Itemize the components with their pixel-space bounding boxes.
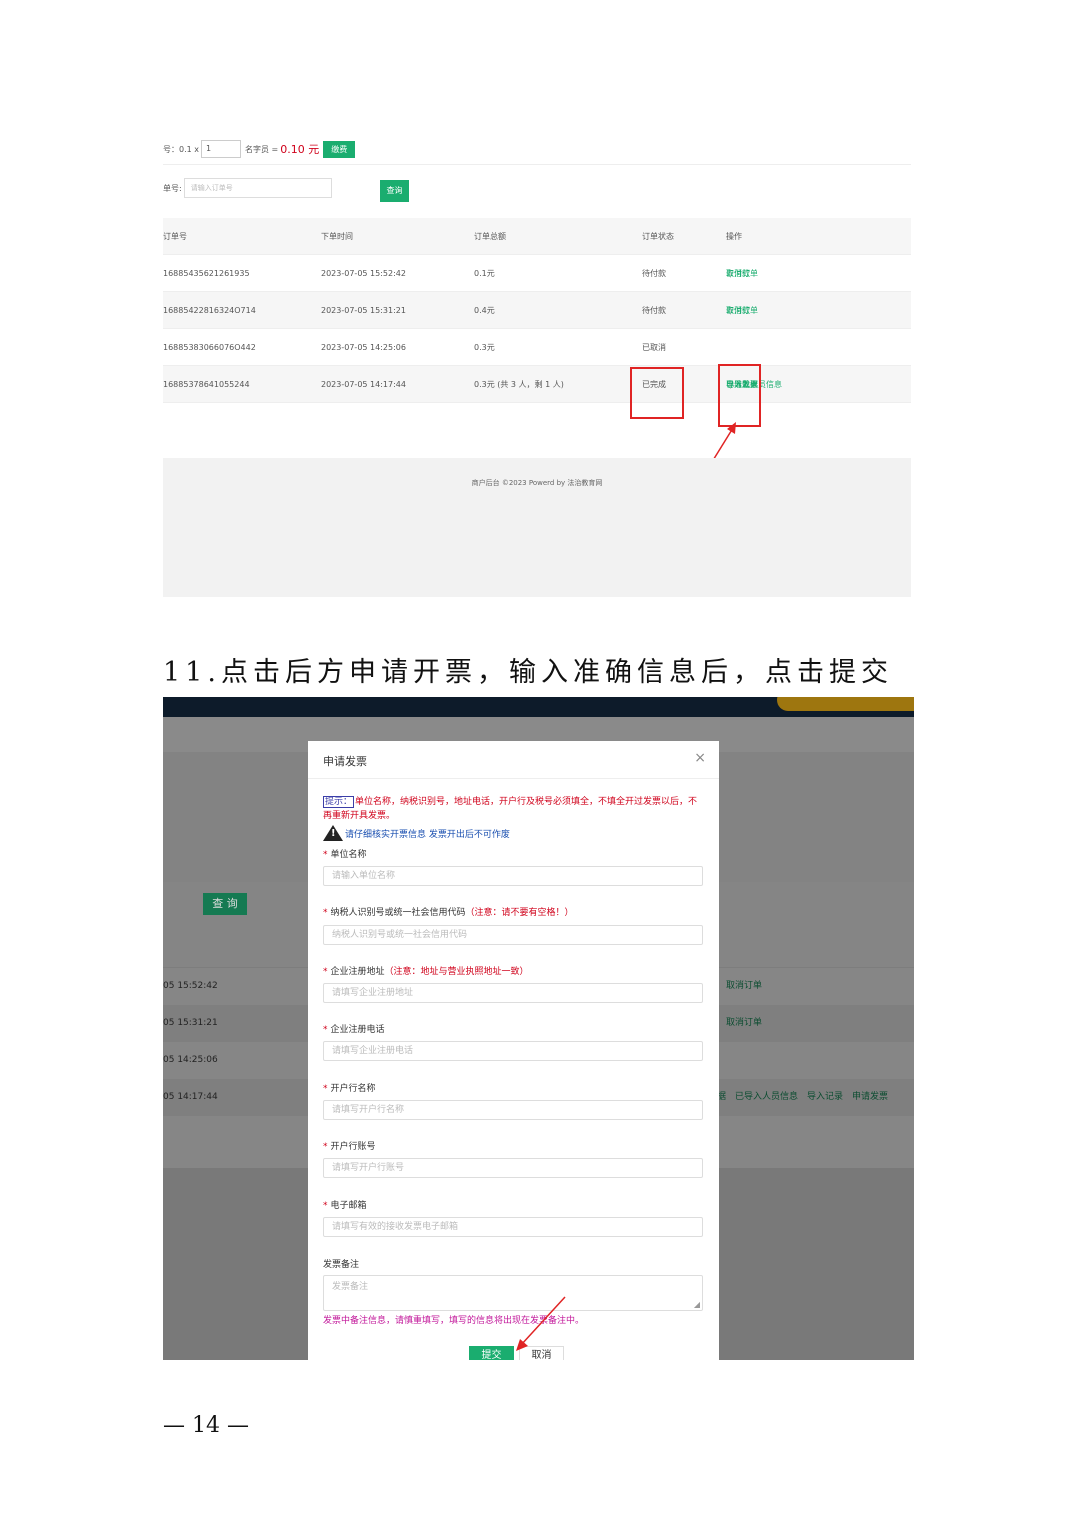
order-time: 2023-07-05 14:25:06 <box>321 343 406 352</box>
tip-text: 提示： 单位名称，纳税识别号，地址电话，开户行及税号必须填全，不填全开过发票以后，… <box>323 795 703 823</box>
qty-input[interactable]: 1 <box>201 140 241 158</box>
query-button[interactable]: 查询 <box>380 180 409 202</box>
tax-id-input[interactable]: 纳税人识别号或统一社会信用代码 <box>323 925 703 945</box>
col-order-time: 下单时间 <box>321 232 353 241</box>
page-number: — 14 — <box>163 1413 249 1438</box>
remark-placeholder: 发票备注 <box>332 1282 369 1292</box>
col-amount: 订单总额 <box>474 232 506 241</box>
table-header: 订单号 下单时间 订单总额 订单状态 操作 <box>163 218 911 255</box>
price-label: 名字员 = <box>245 144 279 154</box>
user-badge <box>777 697 914 711</box>
company-name-input[interactable]: 请输入单位名称 <box>323 866 703 886</box>
warning-icon <box>323 825 343 841</box>
col-status: 订单状态 <box>642 232 674 241</box>
table-row: 16885435621261935 2023-07-05 15:52:42 0.… <box>163 255 911 292</box>
address-label: * 企业注册地址（注意：地址与营业执照地址一致） <box>323 967 529 977</box>
order-time: 2023-07-05 14:17:44 <box>321 380 406 389</box>
purchase-row: 号：0.1 x 1 名字员 = 0.10 元 缴费 <box>163 138 356 160</box>
warning-text: 请仔细核实开票信息 发票开出后不可作废 <box>345 829 510 840</box>
bg-actions: 取消订单 <box>726 981 763 991</box>
order-amount: 0.4元 <box>474 306 495 315</box>
page-footer: 商户后台 ©2023 Powerd by 法治教育网 <box>163 458 911 597</box>
close-icon[interactable]: × <box>694 750 706 766</box>
import-highlight-box <box>718 364 761 427</box>
cancel-order-link[interactable]: 取消订单 <box>726 255 758 292</box>
order-amount: 0.3元 (共 3 人，剩 1 人) <box>474 380 564 389</box>
dialog-header: 申请发票 × <box>308 741 719 779</box>
bg-time: 05 15:31:21 <box>163 1018 218 1028</box>
order-time: 2023-07-05 15:52:42 <box>321 269 406 278</box>
status-highlight-box <box>630 367 684 419</box>
bg-actions: 效据 已导入人员信息 导入记录 申请发票 <box>708 1092 889 1102</box>
order-amount: 0.3元 <box>474 343 495 352</box>
bg-time: 05 15:52:42 <box>163 981 218 991</box>
address-input[interactable]: 请填写企业注册地址 <box>323 983 703 1003</box>
step-caption: 11.点击后方申请开票，输入准确信息后，点击提交 <box>163 657 893 688</box>
order-status: 待付款 <box>642 269 666 278</box>
order-id: 16885435621261935 <box>163 269 250 278</box>
bank-name-input[interactable]: 请填写开户行名称 <box>323 1100 703 1120</box>
bg-time: 05 14:25:06 <box>163 1055 218 1065</box>
screenshot-invoice-dialog: 查 询 05 15:52:42 〈 取消订单 05 15:31:21 〈 取消订… <box>163 697 914 1360</box>
remark-label: 发票备注 <box>323 1260 360 1270</box>
search-row: 单号: 请输入订单号 <box>163 178 332 198</box>
company-name-label: * 单位名称 <box>323 850 367 860</box>
cancel-order-link[interactable]: 取消订单 <box>726 292 758 329</box>
col-actions: 操作 <box>726 232 742 241</box>
order-id: 16885422816324O714 <box>163 306 256 315</box>
table-row: 16885378641055244 2023-07-05 14:17:44 0.… <box>163 366 911 403</box>
screenshot-orders-page: 号：0.1 x 1 名字员 = 0.10 元 缴费 单号: 请输入订单号 查询 … <box>163 130 911 597</box>
resize-grip-icon[interactable]: ◢ <box>694 1300 700 1309</box>
order-id: 16885378641055244 <box>163 380 250 389</box>
phone-label: * 企业注册电话 <box>323 1025 385 1035</box>
order-id: 16885383066076O442 <box>163 343 256 352</box>
bg-actions: 取消订单 <box>726 1018 763 1028</box>
orders-table: 订单号 下单时间 订单总额 订单状态 操作 16885435621261935 … <box>163 218 911 403</box>
pay-button[interactable]: 缴费 <box>323 140 356 158</box>
table-row: 16885383066076O442 2023-07-05 14:25:06 0… <box>163 329 911 366</box>
order-search-label: 单号: <box>163 183 182 193</box>
order-status: 待付款 <box>642 306 666 315</box>
bank-account-input[interactable]: 请填写开户行账号 <box>323 1158 703 1178</box>
tip-body: 单位名称，纳税识别号，地址电话，开户行及税号必须填全，不填全开过发票以后，不再重… <box>323 797 698 821</box>
footer-text: 商户后台 ©2023 Powerd by 法治教育网 <box>471 479 603 487</box>
col-order-id: 订单号 <box>163 232 187 241</box>
table-row: 16885422816324O714 2023-07-05 15:31:21 0… <box>163 292 911 329</box>
email-label: * 电子邮箱 <box>323 1201 367 1211</box>
bank-name-label: * 开户行名称 <box>323 1084 376 1094</box>
order-status: 已取消 <box>642 343 666 352</box>
phone-input[interactable]: 请填写企业注册电话 <box>323 1041 703 1061</box>
bg-query-button: 查 询 <box>203 893 247 915</box>
warning-line: 请仔细核实开票信息 发票开出后不可作废 <box>323 825 510 841</box>
tip-tag: 提示： <box>323 796 355 808</box>
order-search-input[interactable]: 请输入订单号 <box>183 178 332 198</box>
bank-account-label: * 开户行账号 <box>323 1142 376 1152</box>
tax-id-label: * 纳税人识别号或统一社会信用代码（注意：请不要有空格！） <box>323 908 574 918</box>
bg-time: 05 14:17:44 <box>163 1092 218 1102</box>
qty-label: 号：0.1 x <box>163 144 199 154</box>
divider <box>163 164 911 165</box>
price-value: 0.10 元 <box>280 143 320 156</box>
submit-button[interactable]: 提交 <box>469 1346 514 1360</box>
arrow-icon <box>516 1296 566 1351</box>
order-time: 2023-07-05 15:31:21 <box>321 306 406 315</box>
invoice-dialog: 申请发票 × 提示： 单位名称，纳税识别号，地址电话，开户行及税号必须填全，不填全… <box>308 741 719 1360</box>
order-amount: 0.1元 <box>474 269 495 278</box>
dialog-title: 申请发票 <box>323 755 367 768</box>
email-input[interactable]: 请填写有效的接收发票电子邮箱 <box>323 1217 703 1237</box>
